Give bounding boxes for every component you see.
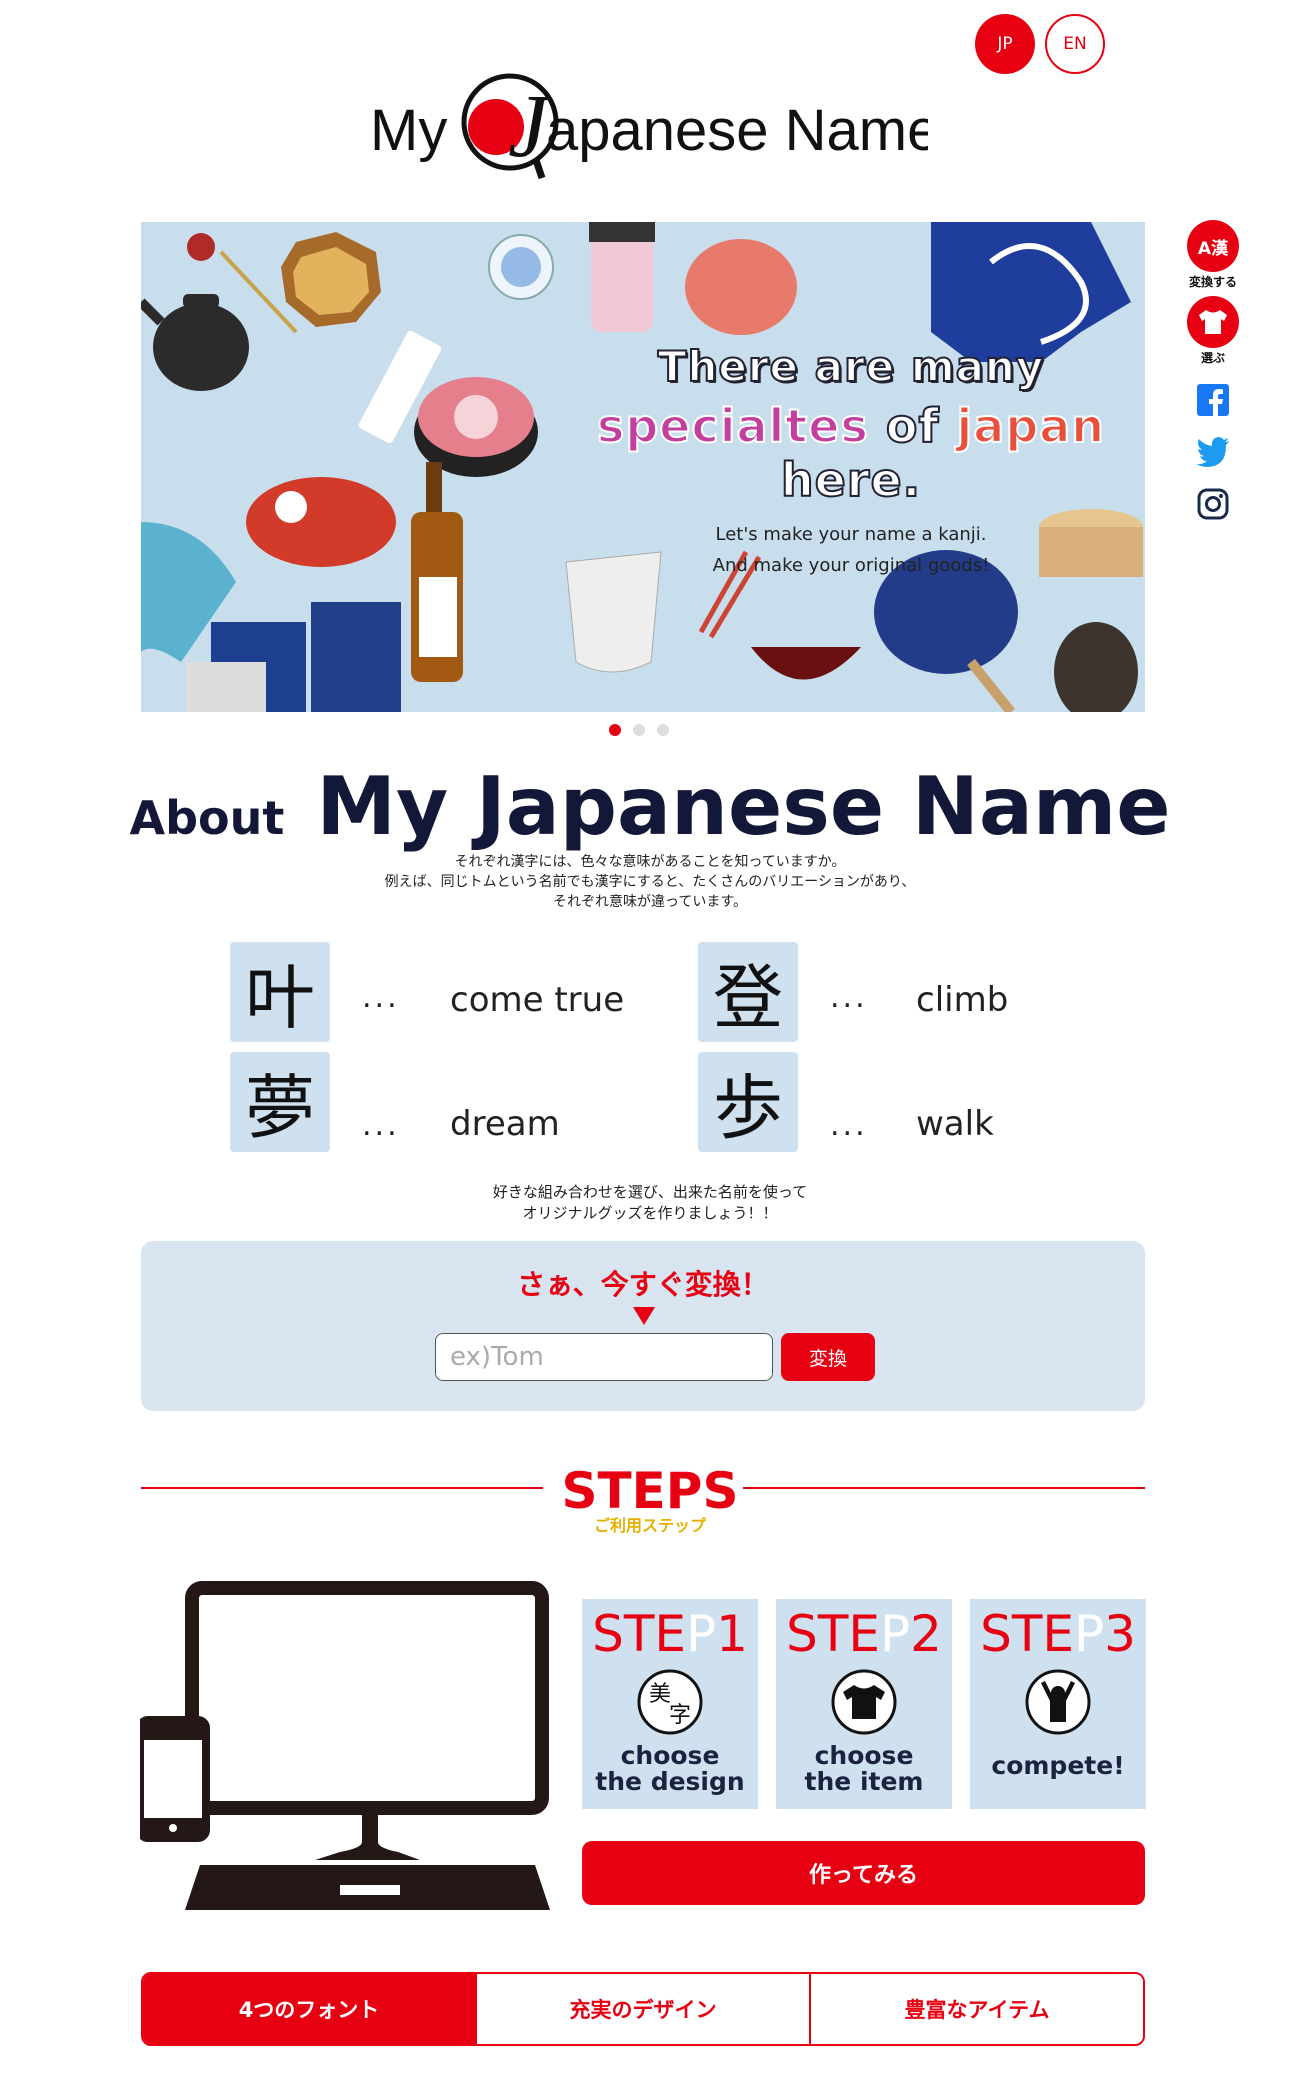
hero-word-of: of (868, 398, 957, 454)
hero-headline-2: specialtes of japan here. (571, 398, 1131, 508)
hero-headline-1: There are many (657, 341, 1045, 392)
devices-illustration (136, 1580, 550, 1920)
kanji-card: 夢 (230, 1052, 330, 1152)
down-arrow-icon (633, 1307, 655, 1325)
convert-shortcut-label: 変換する (1188, 275, 1237, 289)
about-desc-line-3: それぞれ意味が違っています。 (553, 894, 747, 910)
step-card-1[interactable]: STEP1 美字 choose the design (582, 1599, 758, 1809)
step-number-part: P (1073, 1605, 1105, 1663)
step-number-part: 2 (910, 1605, 942, 1663)
step-number-part: STE (592, 1605, 686, 1663)
kanji-convert-icon: A漢 (1187, 220, 1239, 272)
feature-tabs: 4つのフォント 充実のデザイン 豊富なアイテム (141, 1972, 1145, 2046)
kanji-ellipsis: ... (362, 1108, 400, 1143)
kanji-meaning: walk (916, 1104, 994, 1144)
about-heading-small: About (129, 791, 285, 845)
facebook-icon[interactable] (1195, 382, 1231, 418)
language-jp-button[interactable]: JP (975, 14, 1035, 74)
cheering-person-icon (1023, 1667, 1093, 1737)
svg-text:美: 美 (649, 1682, 671, 1707)
about-heading: About My Japanese Name (0, 760, 1300, 853)
tshirt-icon (1187, 296, 1239, 348)
kanji-meaning: come true (450, 980, 625, 1020)
side-rail: A漢 変換する 選ぶ (1180, 220, 1246, 528)
convert-panel: さぁ、今すぐ変換！ 変換 (141, 1241, 1145, 1411)
convert-shortcut-button[interactable]: A漢 変換する (1187, 220, 1239, 290)
step-label: compete! (970, 1753, 1146, 1779)
step-card-3[interactable]: STEP3 compete! (970, 1599, 1146, 1809)
slider-dot-3[interactable] (657, 724, 669, 736)
step-card-2[interactable]: STEP2 choose the item (776, 1599, 952, 1809)
hero-slider[interactable]: There are many specialtes of japan here.… (141, 222, 1145, 712)
choose-item-shortcut-button[interactable]: 選ぶ (1187, 296, 1239, 366)
hero-subtext-line-2: And make your original goods! (712, 555, 990, 576)
step-number-part: STE (980, 1605, 1074, 1663)
name-input[interactable] (435, 1333, 773, 1381)
choose-item-shortcut-label: 選ぶ (1200, 351, 1225, 365)
step-number-part: P (685, 1605, 717, 1663)
about-heading-big: My Japanese Name (316, 760, 1171, 853)
step-number: STEP1 (582, 1605, 758, 1663)
hero-subtext: Let's make your name a kanji. And make y… (571, 519, 1131, 581)
try-it-button[interactable]: 作ってみる (582, 1841, 1145, 1905)
step-label-line: choose (620, 1741, 720, 1770)
step-label: choose the design (582, 1743, 758, 1795)
tab-designs[interactable]: 充実のデザイン (475, 1974, 809, 2044)
step-number: STEP3 (970, 1605, 1146, 1663)
twitter-icon[interactable] (1195, 434, 1231, 470)
slider-dots (609, 724, 669, 736)
svg-text:字: 字 (669, 1703, 691, 1728)
step-number-part: STE (786, 1605, 880, 1663)
step-label-line: the item (804, 1767, 924, 1796)
logo-rest-text: apanese Name (546, 98, 928, 163)
kanji-card: 登 (698, 942, 798, 1042)
step-label-line: compete! (991, 1751, 1125, 1780)
logo-graphic: My J apanese Name (370, 73, 939, 180)
hero-caption: There are many specialtes of japan here.… (571, 341, 1131, 581)
convert-heading: さぁ、今すぐ変換！ (517, 1268, 769, 1301)
howto-line-1: 好きな組み合わせを選び、出来た名前を使って (492, 1183, 808, 1201)
kanji-ellipsis: ... (830, 1108, 868, 1143)
kanji-card: 歩 (698, 1052, 798, 1152)
language-en-button[interactable]: EN (1045, 14, 1105, 74)
step-label-line: the design (595, 1767, 745, 1796)
step-label: choose the item (776, 1743, 952, 1795)
site-logo[interactable]: My J apanese Name (368, 64, 939, 184)
tab-items[interactable]: 豊富なアイテム (809, 1974, 1143, 2044)
kanji-card: 叶 (230, 942, 330, 1042)
logo-my-text: My (370, 98, 447, 163)
kanji-meaning: climb (916, 980, 1009, 1020)
design-icon: 美字 (635, 1667, 705, 1737)
kanji-meaning: dream (450, 1104, 560, 1144)
step-number: STEP2 (776, 1605, 952, 1663)
kanji-ellipsis: ... (362, 980, 400, 1015)
computer-phone-icon (136, 1581, 550, 1910)
about-desc-line-2: 例えば、同じトムという名前でも漢字にすると、たくさんのバリエーションがあり、 (384, 874, 916, 890)
about-description: それぞれ漢字には、色々な意味があることを知っていますか。 例えば、同じトムという… (300, 852, 1000, 912)
tab-fonts[interactable]: 4つのフォント (143, 1974, 475, 2044)
howto-line-2: オリジナルグッズを作りましょう！！ (522, 1204, 778, 1222)
hero-word-here: here. (780, 452, 922, 508)
hero-subtext-line-1: Let's make your name a kanji. (715, 524, 987, 545)
step-label-line: choose (814, 1741, 914, 1770)
step-number-part: 1 (716, 1605, 748, 1663)
tshirt-icon (829, 1667, 899, 1737)
step-number-part: 3 (1104, 1605, 1136, 1663)
howto-text: 好きな組み合わせを選び、出来た名前を使って オリジナルグッズを作りましょう！！ (300, 1182, 1000, 1224)
hero-word-specialtes: specialtes (596, 398, 869, 454)
instagram-icon[interactable] (1195, 486, 1231, 522)
kanji-ellipsis: ... (830, 980, 868, 1015)
slider-dot-2[interactable] (633, 724, 645, 736)
hero-word-japan: japan (956, 398, 1106, 454)
about-desc-line-1: それぞれ漢字には、色々な意味があることを知っていますか。 (454, 854, 846, 870)
convert-button[interactable]: 変換 (781, 1333, 875, 1381)
step-number-part: P (879, 1605, 911, 1663)
slider-dot-1[interactable] (609, 724, 621, 736)
steps-subtitle: ご利用ステップ (593, 1516, 706, 1535)
